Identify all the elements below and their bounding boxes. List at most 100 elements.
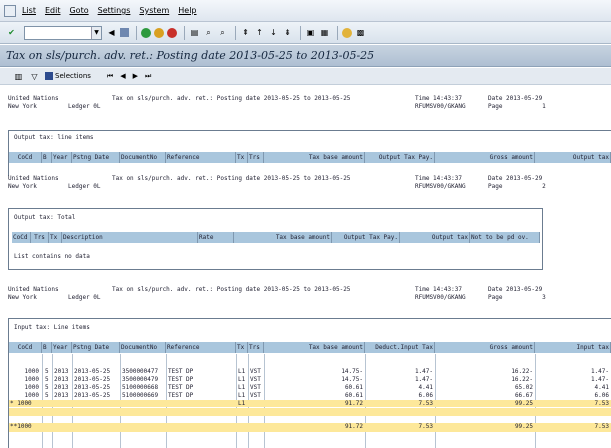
cell-input: 7.53	[594, 423, 609, 430]
table-row[interactable]: 1000 5 2013 2013-05-25 5100000668 TEST D…	[9, 384, 611, 391]
new-session-icon[interactable]: ▣	[305, 27, 316, 38]
find-next-icon[interactable]: ⌕	[217, 27, 228, 38]
cell-date: 2013-05-25	[74, 376, 111, 383]
ledger: Ledger 0L	[68, 103, 101, 110]
menu-goto[interactable]: Goto	[69, 6, 88, 15]
menu-list[interactable]: List	[22, 6, 36, 15]
cell-trs: VST	[250, 368, 261, 375]
column-header[interactable]: Output Tax Pay.	[365, 152, 435, 163]
column-header[interactable]: Tx	[236, 152, 248, 163]
cell-ded: 4.41	[418, 384, 433, 391]
first-page-button[interactable]: ⏮	[107, 72, 113, 81]
column-header[interactable]: B	[42, 342, 52, 353]
table-row[interactable]: 1000 5 2013 2013-05-25 5100000669 TEST D…	[9, 392, 611, 399]
column-header[interactable]: Pstng Date	[72, 342, 120, 353]
exit-icon[interactable]	[154, 27, 164, 38]
report-list[interactable]: United Nations Tax on sls/purch. adv. re…	[0, 86, 611, 448]
table-header: CoCd Trs Tx Description Rate Tax base am…	[12, 232, 540, 243]
total-row[interactable]: **1000 91.72 7.53 99.25 7.53	[9, 423, 611, 432]
toolbar-separator	[337, 25, 338, 40]
column-header[interactable]: Not to be pd ov.	[470, 232, 540, 243]
cell-date: 2013-05-25	[74, 368, 111, 375]
menu-system[interactable]: System	[139, 6, 169, 15]
cell-ref: TEST DP	[168, 392, 194, 399]
menu-settings[interactable]: Settings	[98, 6, 131, 15]
cell-tx: L1	[238, 376, 246, 383]
column-header[interactable]: Tx	[236, 342, 248, 353]
cell-ded: 1.47-	[414, 368, 433, 375]
column-header[interactable]: Pstng Date	[72, 152, 120, 163]
cell-trs: VST	[250, 376, 261, 383]
column-header[interactable]: Reference	[166, 152, 236, 163]
toolbar-separator	[136, 25, 137, 40]
sap-window-icon[interactable]	[4, 4, 16, 17]
column-header[interactable]: DocumentNo	[120, 342, 166, 353]
last-page-icon[interactable]: ⇟	[282, 27, 293, 38]
menu-help[interactable]: Help	[178, 6, 196, 15]
cell-base: 14.75-	[341, 376, 363, 383]
toolbar-separator	[235, 25, 236, 40]
column-header[interactable]: Input tax	[535, 342, 611, 353]
enter-check-icon[interactable]: ✔	[6, 27, 17, 38]
find-icon[interactable]: ⌕	[203, 27, 214, 38]
first-page-icon[interactable]: ⇞	[240, 27, 251, 38]
cell-ded: 6.06	[418, 392, 433, 399]
shortcut-icon[interactable]: ▦	[319, 27, 330, 38]
column-header[interactable]: Trs	[31, 232, 49, 243]
subtotal-row[interactable]: * 1000 L1 91.72 7.53 99.25 7.53	[9, 400, 611, 407]
print-icon[interactable]: ▤	[189, 27, 200, 38]
column-header[interactable]: DocumentNo	[120, 152, 166, 163]
column-header[interactable]: Year	[52, 342, 72, 353]
back-icon[interactable]	[141, 27, 151, 38]
column-header[interactable]: Rate	[198, 232, 234, 243]
column-header[interactable]: Tx	[49, 232, 62, 243]
column-header[interactable]: Year	[52, 152, 72, 163]
command-field[interactable]: ▼	[24, 25, 102, 40]
column-header[interactable]: Description	[62, 232, 198, 243]
program-name: RFUMSV00/GKANG	[415, 103, 466, 110]
help-icon[interactable]	[342, 27, 352, 38]
layout-menu-icon[interactable]: ▩	[355, 27, 366, 38]
next-page-icon[interactable]: ↓	[268, 27, 279, 38]
menu-edit[interactable]: Edit	[45, 6, 61, 15]
filter-icon[interactable]: ▽	[29, 71, 40, 82]
column-header[interactable]: Gross amount	[435, 152, 535, 163]
company-name: United Nations	[8, 175, 59, 182]
column-header[interactable]: Output Tax Pay.	[332, 232, 400, 243]
column-header[interactable]: CoCd	[9, 152, 42, 163]
column-header[interactable]: CoCd	[9, 342, 42, 353]
save-icon[interactable]	[120, 28, 129, 37]
last-page-button[interactable]: ⏭	[145, 72, 151, 81]
cell-trs: VST	[250, 392, 261, 399]
column-header[interactable]: Trs	[248, 342, 264, 353]
cell-tx: L1	[238, 368, 246, 375]
column-header[interactable]: Trs	[248, 152, 264, 163]
column-header[interactable]: Tax base amount	[264, 342, 365, 353]
column-header[interactable]: Output tax	[535, 152, 611, 163]
history-back-icon[interactable]: ◀	[106, 27, 117, 38]
previous-page-button[interactable]: ◀	[120, 72, 125, 80]
column-header[interactable]: Output tax	[400, 232, 470, 243]
column-header[interactable]: Deduct.Input Tax	[365, 342, 435, 353]
column-header[interactable]: Gross amount	[435, 342, 535, 353]
cell-tx: L1	[238, 384, 246, 391]
selections-button[interactable]: Selections	[45, 72, 91, 80]
cell-cocd: 1000	[24, 376, 39, 383]
layout-icon[interactable]: ▥	[13, 71, 24, 82]
column-header[interactable]: Tax base amount	[234, 232, 332, 243]
cell-base: 91.72	[344, 423, 363, 430]
cancel-icon[interactable]	[167, 27, 177, 38]
column-header[interactable]: B	[42, 152, 52, 163]
next-page-button[interactable]: ▶	[133, 72, 138, 80]
column-header[interactable]: Tax base amount	[264, 152, 365, 163]
menu-bar: List Edit Goto Settings System Help	[0, 0, 611, 22]
previous-page-icon[interactable]: ↑	[254, 27, 265, 38]
column-header[interactable]: Reference	[166, 342, 236, 353]
column-header[interactable]: CoCd	[12, 232, 31, 243]
chevron-down-icon[interactable]: ▼	[91, 26, 101, 39]
cell-base: 60.61	[344, 384, 363, 391]
cell-tx: L1	[238, 400, 246, 407]
table-row[interactable]: 1000 5 2013 2013-05-25 3500000477 TEST D…	[9, 368, 611, 375]
cell-input: 6.06	[594, 392, 609, 399]
table-row[interactable]: 1000 5 2013 2013-05-25 3500000479 TEST D…	[9, 376, 611, 383]
